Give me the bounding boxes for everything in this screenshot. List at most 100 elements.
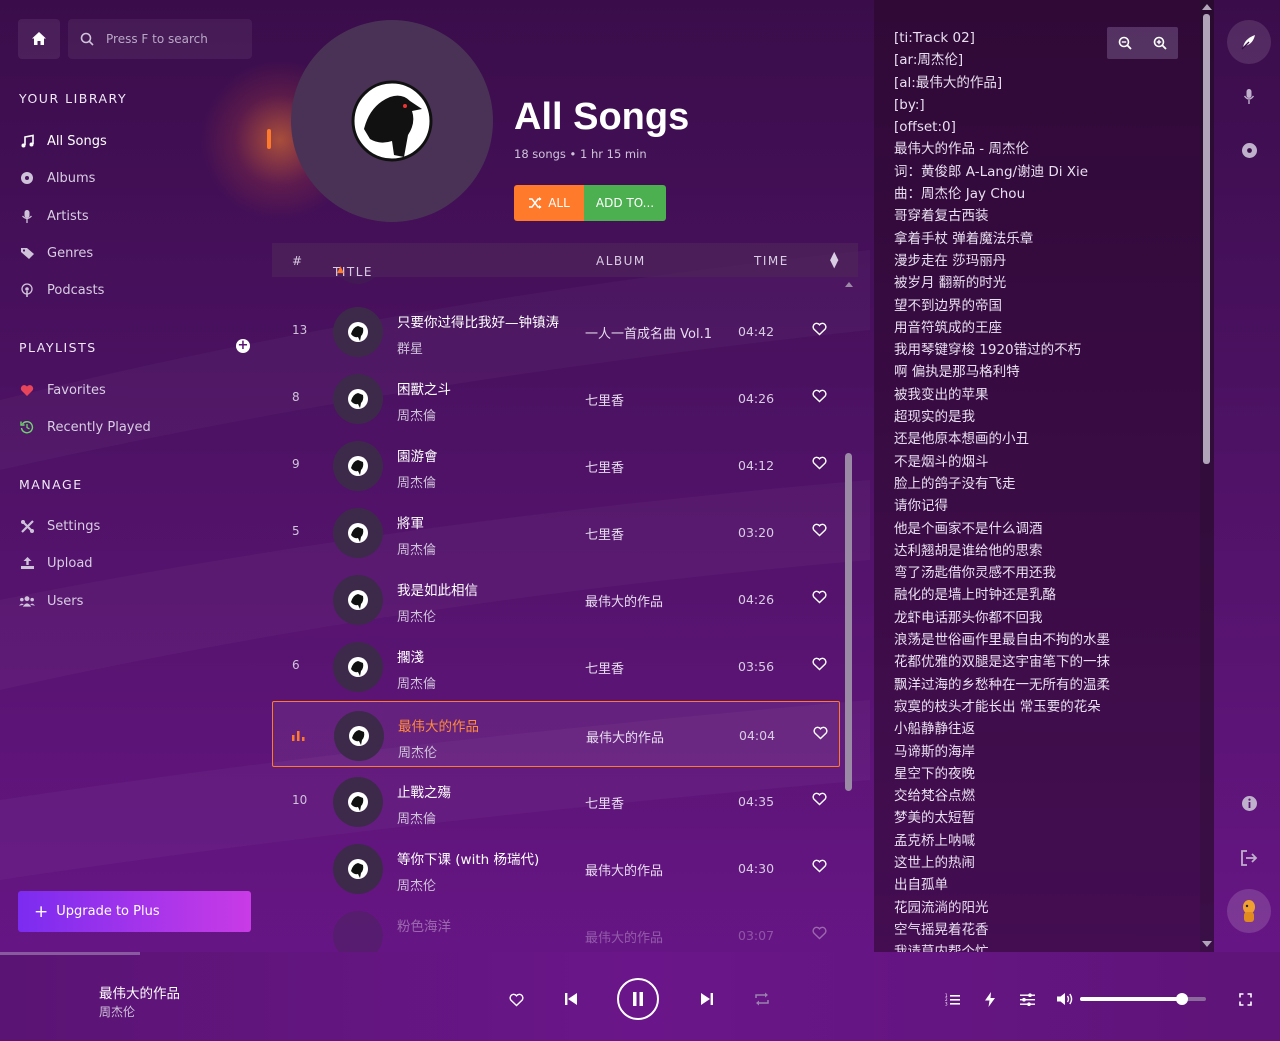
- scroll-up-icon[interactable]: [1201, 3, 1213, 11]
- mute-button[interactable]: [1055, 990, 1075, 1008]
- equalizer-button[interactable]: [1018, 990, 1036, 1008]
- column-album[interactable]: ALBUM: [596, 254, 646, 268]
- disc-icon: [1241, 142, 1257, 158]
- track-artist[interactable]: 周杰伦: [398, 742, 437, 761]
- track-album[interactable]: 七里香: [585, 658, 624, 677]
- crow-logo-icon: [348, 322, 368, 342]
- track-time: 03:07: [738, 928, 775, 943]
- heart-icon[interactable]: [812, 389, 827, 403]
- search-bar[interactable]: [68, 19, 252, 59]
- heart-icon[interactable]: [812, 590, 827, 604]
- track-album[interactable]: 七里香: [585, 524, 624, 543]
- sidebar-item-settings[interactable]: Settings: [19, 513, 100, 539]
- table-row[interactable]: 粉色海洋 最伟大的作品 03:07: [272, 902, 840, 952]
- track-album[interactable]: 七里香: [585, 390, 624, 409]
- previous-button[interactable]: [560, 988, 582, 1010]
- lyrics-toggle-button[interactable]: [1227, 20, 1271, 64]
- sidebar-item-label: Favorites: [47, 382, 106, 398]
- song-list-scroll-thumb[interactable]: [845, 453, 852, 791]
- track-album[interactable]: 七里香: [585, 457, 624, 476]
- heart-icon[interactable]: [813, 726, 828, 740]
- table-row-current[interactable]: 最伟大的作品 周杰伦 最伟大的作品 04:04: [272, 701, 840, 767]
- table-row[interactable]: 等你下课 (with 杨瑞代) 周杰伦 最伟大的作品 04:30: [272, 835, 840, 901]
- table-row[interactable]: 6 擱淺 周杰倫 七里香 03:56: [272, 633, 840, 699]
- info-button[interactable]: [1227, 781, 1271, 825]
- repeat-button[interactable]: [752, 989, 772, 1009]
- now-playing-title[interactable]: 最伟大的作品: [99, 982, 180, 1002]
- now-playing-artist[interactable]: 周杰伦: [99, 1003, 135, 1020]
- table-row[interactable]: 5 將軍 周杰倫 七里香 03:20: [272, 499, 840, 565]
- table-row[interactable]: 13 只要你过得比我好—钟镇涛 群星 一人一首成名曲 Vol.1 04:42: [272, 298, 840, 364]
- column-time[interactable]: TIME: [754, 254, 789, 268]
- sidebar-item-recently-played[interactable]: Recently Played: [19, 414, 151, 440]
- track-album[interactable]: 最伟大的作品: [585, 860, 663, 879]
- track-artist[interactable]: 周杰倫: [397, 539, 436, 558]
- lyric-line: 请你记得: [894, 498, 948, 515]
- album-panel-button[interactable]: [1227, 128, 1271, 172]
- heart-icon[interactable]: [812, 859, 827, 873]
- sidebar-item-label: Albums: [47, 170, 96, 186]
- track-number: 10: [292, 793, 308, 807]
- table-row[interactable]: 9 園游會 周杰倫 七里香 04:12: [272, 432, 840, 498]
- track-artist[interactable]: 周杰倫: [397, 808, 436, 827]
- lyrics-scroll-thumb[interactable]: [1203, 14, 1210, 464]
- queue-button[interactable]: 123: [943, 990, 961, 1008]
- track-album[interactable]: 最伟大的作品: [585, 927, 663, 946]
- heart-icon[interactable]: [812, 926, 827, 940]
- track-album[interactable]: 七里香: [585, 793, 624, 812]
- sort-toggle-icon[interactable]: ▲ ▼: [830, 250, 838, 269]
- add-to-button[interactable]: ADD TO...: [584, 185, 666, 221]
- heart-icon[interactable]: [812, 456, 827, 470]
- upgrade-button[interactable]: + Upgrade to Plus: [18, 891, 251, 932]
- home-button[interactable]: [18, 19, 60, 59]
- visualizer-button[interactable]: [981, 990, 999, 1008]
- track-artist[interactable]: 周杰倫: [397, 405, 436, 424]
- upgrade-label: Upgrade to Plus: [56, 904, 160, 919]
- sidebar-item-podcasts[interactable]: Podcasts: [19, 277, 104, 303]
- track-artist[interactable]: 周杰倫: [397, 472, 436, 491]
- scroll-up-icon[interactable]: [844, 280, 854, 288]
- logout-button[interactable]: [1227, 836, 1271, 880]
- zoom-in-button[interactable]: [1142, 27, 1177, 59]
- play-pause-button[interactable]: [617, 978, 659, 1020]
- track-number: 9: [292, 457, 300, 471]
- table-row[interactable]: [272, 277, 840, 291]
- table-row[interactable]: 10 止戰之殤 周杰倫 七里香 04:35: [272, 768, 840, 834]
- sidebar-item-artists[interactable]: Artists: [19, 203, 89, 229]
- sidebar-item-genres[interactable]: Genres: [19, 240, 93, 266]
- track-artist[interactable]: 群星: [397, 338, 423, 357]
- fullscreen-button[interactable]: [1236, 990, 1254, 1008]
- lyric-line: 啊 偏执是那马格利特: [894, 364, 1020, 381]
- search-input[interactable]: [106, 32, 246, 46]
- heart-icon[interactable]: [812, 792, 827, 806]
- sidebar-item-users[interactable]: Users: [19, 588, 83, 614]
- artist-panel-button[interactable]: [1227, 74, 1271, 118]
- like-button[interactable]: [506, 990, 526, 1010]
- heart-icon[interactable]: [812, 523, 827, 537]
- zoom-out-button[interactable]: [1107, 27, 1142, 59]
- playback-progress[interactable]: [0, 952, 140, 955]
- sidebar-item-upload[interactable]: Upload: [19, 550, 93, 576]
- sidebar-item-all-songs[interactable]: All Songs: [19, 128, 107, 154]
- heart-icon[interactable]: [812, 657, 827, 671]
- track-artist[interactable]: 周杰伦: [397, 606, 436, 625]
- feather-icon: [1241, 35, 1255, 50]
- user-avatar[interactable]: [1227, 889, 1271, 933]
- volume-handle[interactable]: [1176, 993, 1188, 1005]
- scroll-down-icon[interactable]: [1201, 940, 1213, 948]
- next-button[interactable]: [696, 988, 718, 1010]
- plus-icon: +: [34, 901, 49, 922]
- track-album[interactable]: 一人一首成名曲 Vol.1: [585, 323, 712, 342]
- track-artist[interactable]: 周杰伦: [397, 875, 436, 894]
- playlists-section-title: PLAYLISTS: [19, 340, 97, 355]
- track-album[interactable]: 最伟大的作品: [585, 591, 663, 610]
- shuffle-all-button[interactable]: ALL: [514, 185, 584, 221]
- add-playlist-button[interactable]: +: [236, 339, 250, 353]
- track-album[interactable]: 最伟大的作品: [586, 727, 664, 746]
- heart-icon[interactable]: [812, 322, 827, 336]
- sidebar-item-albums[interactable]: Albums: [19, 165, 95, 191]
- table-row[interactable]: 8 困獸之斗 周杰倫 七里香 04:26: [272, 365, 840, 431]
- table-row[interactable]: 我是如此相信 周杰伦 最伟大的作品 04:26: [272, 566, 840, 632]
- sidebar-item-favorites[interactable]: Favorites: [19, 377, 106, 403]
- track-artist[interactable]: 周杰倫: [397, 673, 436, 692]
